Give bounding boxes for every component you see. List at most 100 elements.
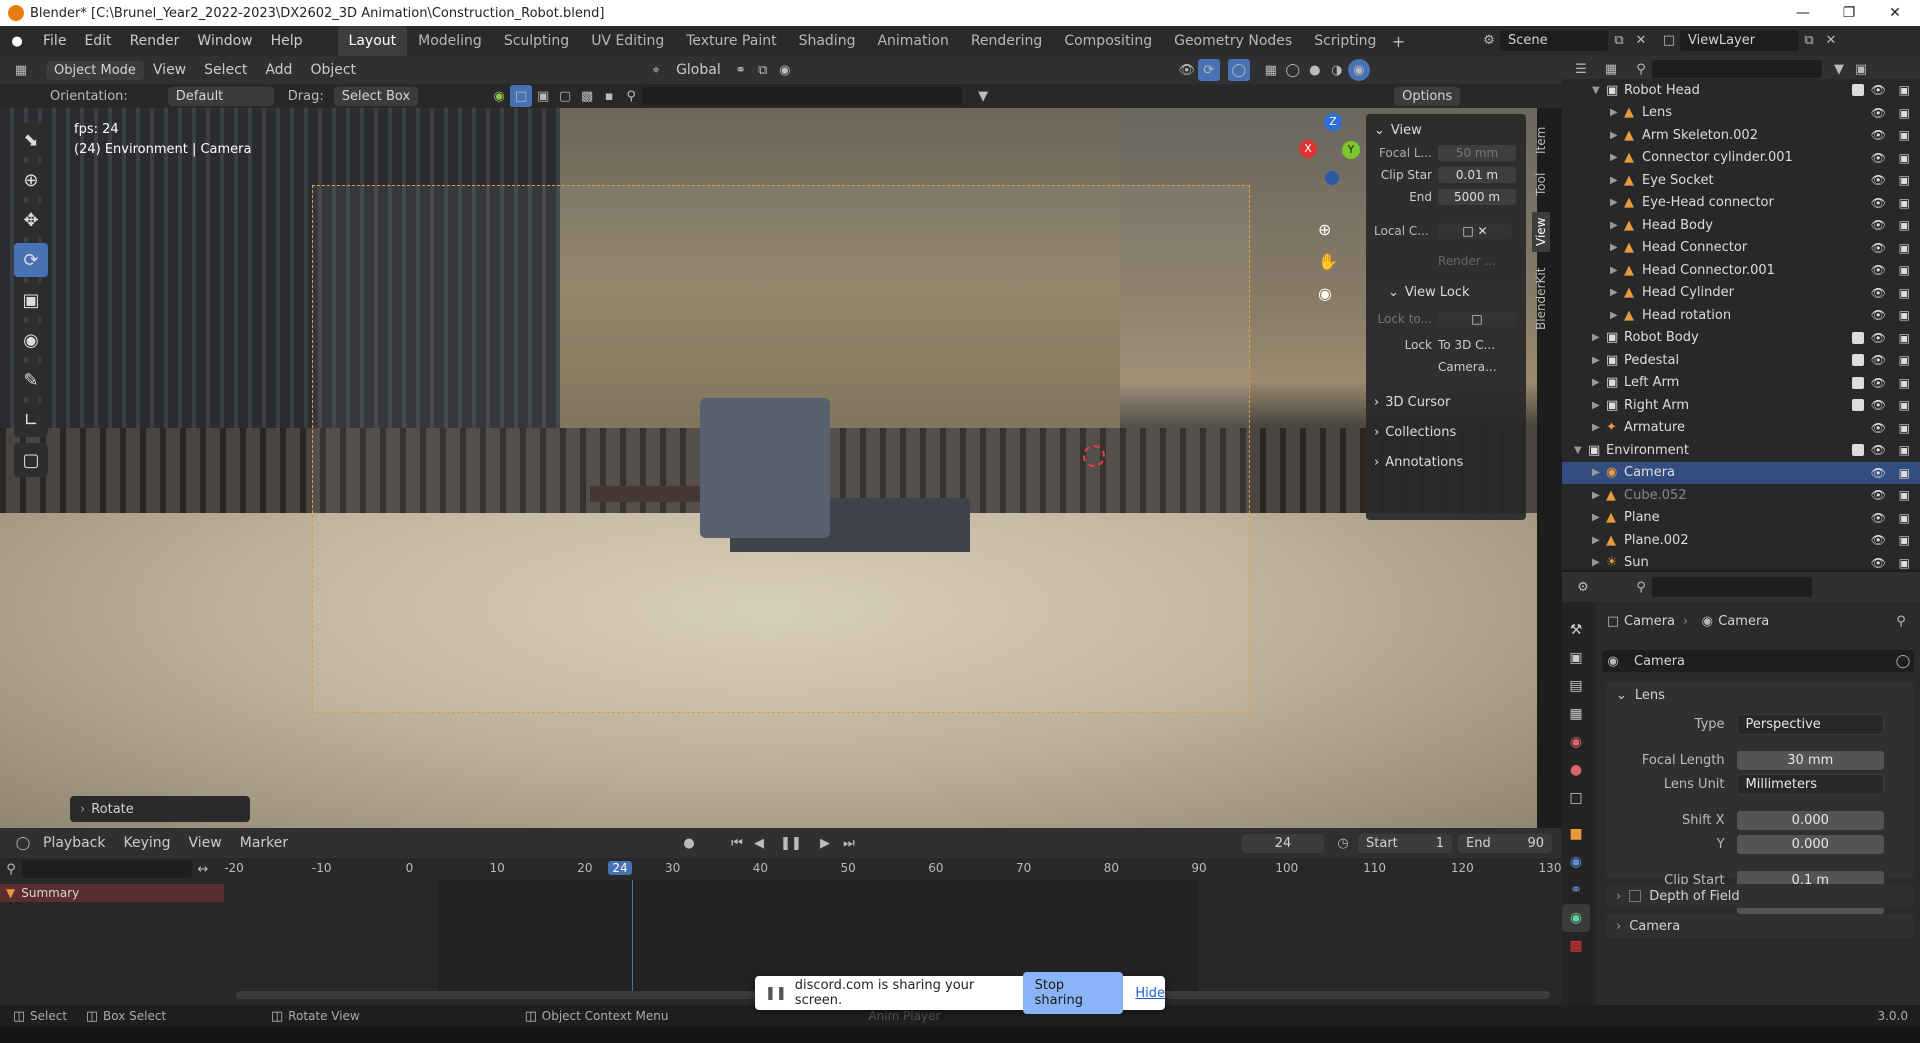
tab-compositing[interactable]: Compositing bbox=[1053, 26, 1163, 56]
outliner-item[interactable]: ▶ ✦ Armature 👁 ▣ bbox=[1562, 417, 1920, 440]
scale-tool-icon[interactable]: ▣ bbox=[14, 283, 48, 317]
maximize-icon[interactable]: ❐ bbox=[1826, 0, 1872, 26]
object-menu[interactable]: Object bbox=[301, 55, 365, 85]
solid-shading-icon[interactable]: ● bbox=[1304, 59, 1326, 81]
eye-icon[interactable]: 👁 bbox=[1871, 151, 1886, 165]
render-camera-icon[interactable]: ▣ bbox=[1899, 398, 1910, 412]
render-camera-icon[interactable]: ▣ bbox=[1899, 241, 1910, 255]
frame-ruler[interactable]: -20 -10 0 10 20 24 30 40 50 60 70 80 90 100 110 120 130 bbox=[224, 858, 1562, 880]
timeline-search-icon[interactable]: ⚲ bbox=[0, 858, 22, 880]
editor-type-icon[interactable]: ▦ bbox=[10, 59, 32, 81]
material-shading-icon[interactable]: ◑ bbox=[1326, 59, 1348, 81]
outliner-item[interactable]: ▶ ▲ Head Cylinder 👁 ▣ bbox=[1562, 282, 1920, 305]
next-keyframe-icon[interactable]: ▶ bbox=[814, 832, 836, 854]
scene-selector[interactable]: Scene bbox=[1500, 29, 1608, 51]
minimize-icon[interactable]: — bbox=[1780, 0, 1826, 26]
outliner-item[interactable]: ▼ ▣ Environment 👁 ▣ bbox=[1562, 439, 1920, 462]
outliner-item[interactable]: ▶ ▲ Eye Socket 👁 ▣ bbox=[1562, 169, 1920, 192]
select-extend-icon[interactable]: ▣ bbox=[532, 85, 554, 107]
cursor-tool-icon[interactable]: ⊕ bbox=[14, 163, 48, 197]
expand-icon[interactable]: ▶ bbox=[1592, 422, 1606, 433]
proportional-edit-icon[interactable]: ◉ bbox=[774, 59, 796, 81]
outliner-search-icon[interactable]: ⚲ bbox=[1630, 58, 1652, 80]
lens-panel-header[interactable]: ⌄ Lens bbox=[1606, 682, 1914, 708]
expand-icon[interactable]: ▶ bbox=[1592, 355, 1606, 366]
gizmo-icon[interactable]: ⟳ bbox=[1197, 59, 1220, 81]
shift-y-field[interactable]: 0.000 bbox=[1736, 834, 1884, 854]
zoom-icon[interactable]: ⊕ bbox=[1318, 220, 1331, 239]
close-icon[interactable]: ✕ bbox=[1872, 0, 1918, 26]
render-camera-icon[interactable]: ▣ bbox=[1899, 83, 1910, 97]
eye-icon[interactable]: 👁 bbox=[1871, 556, 1886, 570]
outliner-item[interactable]: ▶ ◉ Camera 👁 ▣ bbox=[1562, 461, 1920, 484]
eye-icon[interactable]: 👁 bbox=[1871, 466, 1886, 480]
expand-icon[interactable]: ▶ bbox=[1610, 220, 1624, 231]
lock-camera-checkbox[interactable]: Camera... bbox=[1438, 360, 1497, 374]
tab-uv-editing[interactable]: UV Editing bbox=[580, 26, 675, 56]
tab-shading[interactable]: Shading bbox=[788, 26, 867, 56]
overlay-icon[interactable]: ◯ bbox=[1227, 59, 1250, 81]
playhead-line[interactable] bbox=[632, 880, 633, 995]
rotate-tool-icon[interactable]: ⟳ bbox=[14, 243, 48, 277]
expand-icon[interactable]: ▶ bbox=[1610, 265, 1624, 276]
pause-icon[interactable]: ❚❚ bbox=[780, 832, 802, 854]
render-camera-icon[interactable]: ▣ bbox=[1899, 196, 1910, 210]
select-subtract-icon[interactable]: ▢ bbox=[554, 85, 576, 107]
timeline-search-input[interactable] bbox=[22, 860, 192, 878]
measure-tool-icon[interactable]: ∟ bbox=[14, 403, 48, 437]
render-camera-icon[interactable]: ▣ bbox=[1899, 286, 1910, 300]
eye-icon[interactable]: 👁 bbox=[1871, 421, 1886, 435]
view-menu[interactable]: View bbox=[144, 55, 195, 85]
render-camera-icon[interactable]: ▣ bbox=[1899, 106, 1910, 120]
tab-texture-paint[interactable]: Texture Paint bbox=[675, 26, 787, 56]
eye-icon[interactable]: 👁 bbox=[1871, 331, 1886, 345]
search-input[interactable] bbox=[642, 87, 963, 105]
eye-icon[interactable]: 👁 bbox=[1871, 398, 1886, 412]
display-mode-icon[interactable]: ▦ bbox=[1600, 58, 1622, 80]
expand-icon[interactable]: ▶ bbox=[1610, 107, 1624, 118]
scene-remove-icon[interactable]: ✕ bbox=[1630, 29, 1652, 51]
jump-end-icon[interactable]: ⏭ bbox=[838, 832, 860, 854]
orientation-dropdown[interactable]: Default bbox=[167, 86, 274, 106]
render-camera-icon[interactable]: ▣ bbox=[1899, 533, 1910, 547]
tab-layout[interactable]: Layout bbox=[337, 26, 408, 56]
select-box-tool-icon[interactable]: ⬊ bbox=[14, 123, 48, 157]
tool-tab-icon[interactable]: ⚒ bbox=[1562, 616, 1590, 644]
focal-length-field[interactable]: 30 mm bbox=[1736, 750, 1884, 770]
tab-scripting[interactable]: Scripting bbox=[1303, 26, 1387, 56]
search-icon[interactable]: ⚲ bbox=[620, 85, 642, 107]
lens-type-dropdown[interactable]: Perspective bbox=[1736, 713, 1884, 735]
select-invert-icon[interactable]: ▩ bbox=[576, 85, 598, 107]
tab-tool[interactable]: Tool bbox=[1532, 166, 1550, 202]
jump-start-icon[interactable]: ⏮ bbox=[726, 832, 748, 854]
viewlayer-remove-icon[interactable]: ✕ bbox=[1820, 29, 1842, 51]
outliner-item[interactable]: ▶ ▲ Arm Skeleton.002 👁 ▣ bbox=[1562, 124, 1920, 147]
expand-icon[interactable]: ▶ bbox=[1610, 310, 1624, 321]
eye-icon[interactable]: 👁 bbox=[1871, 196, 1886, 210]
pivot-icon[interactable]: ⚭ bbox=[730, 59, 752, 81]
render-camera-icon[interactable]: ▣ bbox=[1899, 263, 1910, 277]
new-collection-icon[interactable]: ▣ bbox=[1850, 58, 1872, 80]
render-camera-icon[interactable]: ▣ bbox=[1899, 511, 1910, 525]
end-frame-field[interactable]: End 90 bbox=[1458, 833, 1552, 853]
outliner-item[interactable]: ▶ ▣ Right Arm 👁 ▣ bbox=[1562, 394, 1920, 417]
blender-menu-icon[interactable]: ● bbox=[6, 30, 28, 52]
pin-icon[interactable]: ⚲ bbox=[1890, 610, 1912, 632]
render-camera-icon[interactable]: ▣ bbox=[1899, 308, 1910, 322]
eye-icon[interactable]: 👁 bbox=[1871, 488, 1886, 502]
viewlayer-selector[interactable]: ViewLayer bbox=[1680, 29, 1798, 51]
tab-view[interactable]: View bbox=[1532, 212, 1550, 252]
outliner-item[interactable]: ▶ ▲ Eye-Head connector 👁 ▣ bbox=[1562, 192, 1920, 215]
render-camera-icon[interactable]: ▣ bbox=[1899, 151, 1910, 165]
add-workspace-icon[interactable]: + bbox=[1387, 30, 1409, 52]
menu-render[interactable]: Render bbox=[121, 26, 189, 56]
add-cube-tool-icon[interactable]: ▢ bbox=[14, 443, 48, 477]
expand-icon[interactable]: ▼ bbox=[1592, 85, 1606, 96]
viewlayer-copy-icon[interactable]: ⧉ bbox=[1798, 29, 1820, 51]
depth-of-field-panel-header[interactable]: › Depth of Field bbox=[1606, 884, 1914, 908]
camera-datablock-field[interactable]: ◉ Camera ◯ bbox=[1602, 650, 1914, 672]
neg-z-axis-icon[interactable] bbox=[1325, 171, 1339, 185]
mode-dropdown[interactable]: Object Mode bbox=[46, 60, 144, 80]
fake-user-icon[interactable]: ◯ bbox=[1892, 650, 1914, 672]
eye-icon[interactable]: 👁 bbox=[1871, 173, 1886, 187]
